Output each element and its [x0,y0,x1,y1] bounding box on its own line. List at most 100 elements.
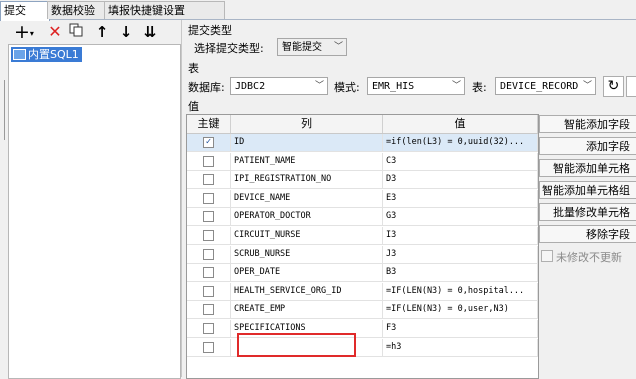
primary-key-checkbox[interactable] [203,304,214,316]
column-cell[interactable]: PATIENT_NAME [231,152,383,170]
table-row[interactable]: PATIENT_NAME C3 [187,152,538,171]
table-row[interactable]: HEALTH_SERVICE_ORG_ID =IF(LEN(N3) = 0,hos… [187,282,538,301]
arrow-down-icon[interactable]: ↓ [117,23,135,41]
primary-key-cell [187,152,231,170]
tab-shortcut-settings-label: 填报快捷键设置 [108,4,185,17]
primary-key-checkbox[interactable] [203,192,214,204]
table-value: DEVICE_RECORD [500,81,579,92]
tab-submit[interactable]: 提交 [0,1,50,21]
unchanged-not-update-checkbox[interactable]: 未修改不更新 [541,249,622,265]
column-cell[interactable]: IPI_REGISTRATION_NO [231,171,383,189]
primary-key-checkbox[interactable] [203,230,214,241]
smart-add-cell-group-button[interactable]: 智能添加单元格组 [539,181,636,199]
chevron-down-icon: ﹀ [582,81,592,91]
table-row[interactable]: CIRCUIT_NURSE I3 [187,227,538,245]
database-select[interactable]: JDBC2 ﹀ [230,77,328,95]
add-field-button[interactable]: 添加字段 [539,137,636,155]
copy-icon[interactable] [67,23,85,41]
column-cell[interactable]: CIRCUIT_NURSE [231,227,383,244]
chevron-down-icon: ﹀ [451,81,461,91]
database-label: 数据库: [188,81,225,94]
value-cell[interactable]: B3 [383,264,538,282]
column-cell[interactable]: HEALTH_SERVICE_ORG_ID [231,282,383,300]
schema-label: 模式: [334,81,360,94]
column-cell[interactable]: OPER_DATE [231,264,383,282]
column-cell[interactable]: CREATE_EMP [231,301,383,319]
table-select[interactable]: DEVICE_RECORD ﹀ [495,77,596,95]
primary-key-checkbox[interactable] [203,341,214,353]
value-cell[interactable]: F3 [383,320,538,337]
table-extra-button[interactable] [626,76,636,97]
submit-type-heading: 提交类型 [188,24,232,37]
header-primary-key: 主键 [187,115,231,133]
primary-key-cell [187,245,231,263]
primary-key-checkbox[interactable] [203,285,214,297]
primary-key-cell [187,264,231,282]
schema-value: EMR_HIS [372,81,415,92]
primary-key-checkbox[interactable] [203,174,214,186]
primary-key-cell [187,208,231,226]
value-cell[interactable]: =IF(LEN(N3) = 0,user,N3) [383,301,538,319]
table-heading: 表 [188,62,199,75]
primary-key-checkbox[interactable] [203,267,214,279]
batch-modify-cell-button[interactable]: 批量修改单元格 [539,203,636,221]
value-cell[interactable]: =h3 [383,338,538,356]
tab-data-validation-label: 数据校验 [51,4,95,17]
column-cell[interactable]: OPERATOR_DOCTOR [231,208,383,226]
add-icon[interactable]: +▾ [14,23,34,42]
database-value: JDBC2 [235,81,266,92]
table-row[interactable]: OPER_DATE B3 [187,264,538,283]
value-cell[interactable]: I3 [383,227,538,244]
table-row[interactable]: IPI_REGISTRATION_NO D3 [187,171,538,190]
chevron-down-icon: ﹀ [314,81,324,91]
unchanged-not-update-label: 未修改不更新 [556,251,622,264]
list-item-label: 内置SQL1 [28,48,79,61]
tab-shortcut-settings[interactable]: 填报快捷键设置 [104,1,225,19]
column-cell[interactable]: DEVICE_NAME [231,189,383,207]
primary-key-cell [187,320,231,337]
refresh-icon[interactable]: ↻ [603,76,624,97]
value-cell[interactable]: E3 [383,189,538,207]
value-cell[interactable]: J3 [383,245,538,263]
header-value: 值 [383,115,538,133]
value-cell[interactable]: D3 [383,171,538,189]
sql-icon [13,49,26,60]
submit-type-select[interactable]: 智能提交 ﹀ [277,38,347,56]
checkbox-box[interactable] [541,250,553,262]
primary-key-cell [187,282,231,300]
primary-key-cell [187,189,231,207]
table-row[interactable]: ✓ ID =if(len(L3) = 0,uuid(32)... [187,134,538,152]
submit-type-value: 智能提交 [282,42,322,53]
header-column: 列 [231,115,383,133]
value-cell[interactable]: G3 [383,208,538,226]
value-cell[interactable]: C3 [383,152,538,170]
primary-key-checkbox[interactable] [203,323,214,334]
table-row[interactable]: CREATE_EMP =IF(LEN(N3) = 0,user,N3) [187,301,538,320]
submit-type-label: 选择提交类型: [194,42,264,55]
column-cell[interactable]: ID [231,134,383,151]
panel-splitter[interactable] [181,20,182,377]
table-row[interactable]: OPERATOR_DOCTOR G3 [187,208,538,227]
primary-key-checkbox[interactable] [203,155,214,167]
primary-key-cell [187,171,231,189]
table-row[interactable]: DEVICE_NAME E3 [187,189,538,208]
list-item[interactable]: 内置SQL1 [11,47,82,62]
primary-key-cell: ✓ [187,134,231,151]
move-bottom-icon[interactable]: ⇊ [141,23,159,41]
tab-bar: 提交 数据校验 填报快捷键设置 [0,0,636,21]
delete-icon[interactable]: ✕ [46,23,64,41]
arrow-up-icon[interactable]: ↑ [93,23,111,41]
table-row[interactable]: SCRUB_NURSE J3 [187,245,538,264]
value-cell[interactable]: =IF(LEN(N3) = 0,hospital... [383,282,538,300]
column-cell[interactable]: SCRUB_NURSE [231,245,383,263]
smart-add-field-button[interactable]: 智能添加字段 [539,115,636,133]
primary-key-checkbox[interactable] [203,211,214,223]
schema-select[interactable]: EMR_HIS ﹀ [367,77,465,95]
left-edge-handle [0,80,5,140]
value-cell[interactable]: =if(len(L3) = 0,uuid(32)... [383,134,538,151]
remove-field-button[interactable]: 移除字段 [539,225,636,243]
tab-data-validation[interactable]: 数据校验 [47,1,107,19]
primary-key-checkbox[interactable]: ✓ [203,137,214,148]
smart-add-cell-button[interactable]: 智能添加单元格 [539,159,636,177]
primary-key-checkbox[interactable] [203,248,214,260]
